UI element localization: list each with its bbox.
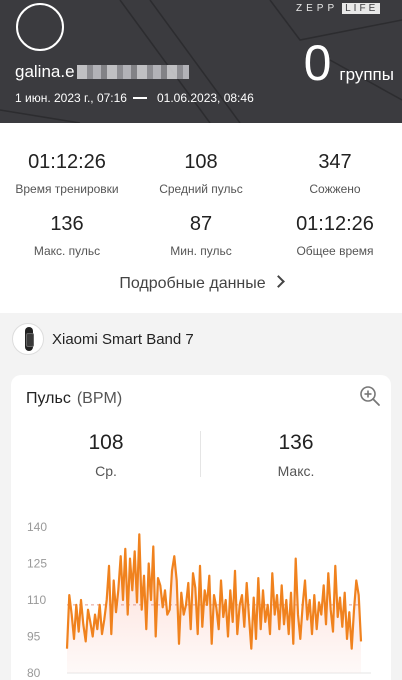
heart-rate-chart: 140 125 110 95 80 <box>27 520 371 680</box>
y-tick-label: 140 <box>27 520 47 534</box>
date-separator <box>132 97 147 99</box>
zoom-in-icon[interactable] <box>359 385 381 407</box>
avatar[interactable] <box>16 3 64 51</box>
username: galina.e <box>15 62 189 82</box>
details-link-label: Подробные данные <box>119 275 266 292</box>
details-link[interactable]: Подробные данные <box>0 275 402 293</box>
end-date: 01.06.2023, 08:46 <box>156 91 254 105</box>
device-row: Xiaomi Smart Band 7 <box>0 313 402 373</box>
start-date: 1 июн. 2023 г., 07:16 <box>15 91 127 105</box>
card-title-unit: (BPM) <box>76 390 123 407</box>
username-text: galina.e <box>15 62 75 81</box>
y-tick-label: 95 <box>27 630 41 644</box>
groups-label: группы <box>339 65 394 84</box>
logo-zepp: ZEPP <box>296 3 339 14</box>
y-tick-label: 80 <box>27 666 41 680</box>
smart-band-icon <box>12 323 44 355</box>
groups-counter: 0 группы <box>304 38 394 88</box>
avg-hr-summary: 108 Ср. <box>11 431 201 479</box>
card-title: Пульс (BPM) <box>26 390 122 408</box>
workout-header: ZEPP LIFE galina.e 1 июн. 2023 г., 07:16… <box>0 0 402 123</box>
avg-hr-value: 108 <box>88 431 124 454</box>
device-name: Xiaomi Smart Band 7 <box>52 331 194 348</box>
max-hr-label: Макс. <box>277 463 315 479</box>
chevron-right-icon <box>271 275 285 288</box>
y-tick-label: 125 <box>27 557 47 571</box>
stat-max-hr: 136 Макс. пульс <box>33 213 101 258</box>
app-logo: ZEPP LIFE <box>296 3 381 14</box>
card-title-text: Пульс <box>26 390 71 407</box>
workout-date-range: 1 июн. 2023 г., 07:16 01.06.2023, 08:46 <box>15 91 254 105</box>
redacted-email <box>76 65 189 79</box>
max-hr-summary: 136 Макс. <box>201 431 391 479</box>
stat-total-time: 01:12:26 Общее время <box>296 213 374 258</box>
avg-hr-label: Ср. <box>95 463 117 479</box>
groups-count: 0 <box>303 35 332 91</box>
stat-calories: 347 Сожжено <box>309 151 361 196</box>
stat-avg-hr: 108 Средний пульс <box>159 151 243 196</box>
max-hr-value: 136 <box>278 431 314 454</box>
workout-stats: 01:12:26 Время тренировки 108 Средний пуль… <box>0 123 402 313</box>
stat-workout-time: 01:12:26 Время тренировки <box>15 151 119 196</box>
logo-life: LIFE <box>342 3 381 14</box>
y-tick-label: 110 <box>27 593 46 607</box>
stat-min-hr: 87 Мин. пульс <box>170 213 232 258</box>
heart-rate-card: Пульс (BPM) 108 Ср. 136 Макс. 140 125 110 95… <box>11 375 391 680</box>
